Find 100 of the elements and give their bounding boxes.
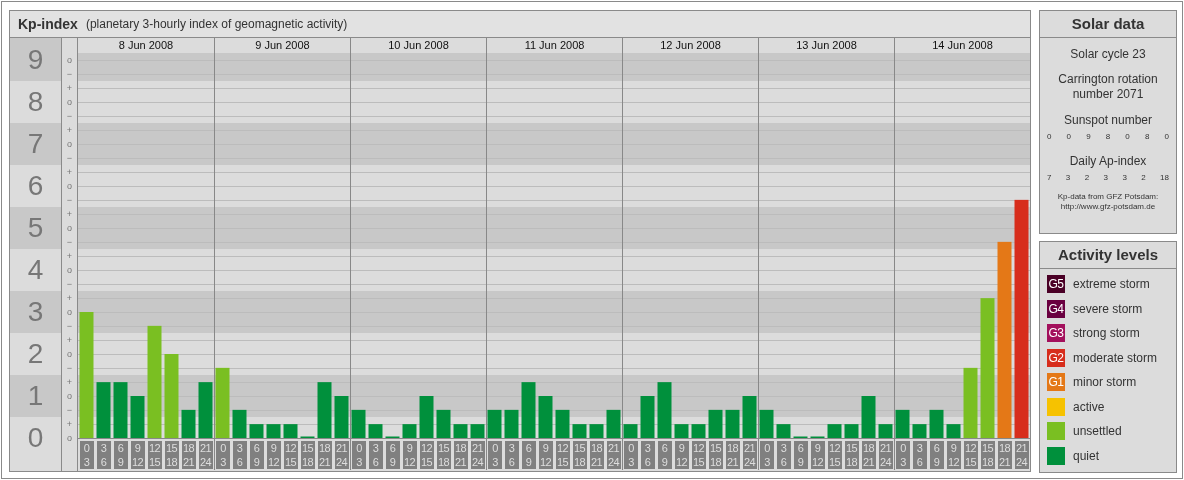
- kp-bar: [368, 424, 383, 438]
- minor-tick-label: −: [66, 236, 73, 248]
- minor-tick-label: +: [66, 250, 73, 262]
- time-label: 9 12: [674, 441, 689, 469]
- minor-tick-label: −: [66, 362, 73, 374]
- sunspot-value: 0: [1164, 131, 1169, 143]
- level-label: quiet: [1073, 447, 1100, 465]
- time-label: 15 18: [980, 441, 995, 469]
- kp-bar: [215, 367, 230, 438]
- time-label: 12 15: [555, 441, 570, 469]
- minor-tick-label: −: [66, 68, 73, 80]
- ap-index-value: 3: [1065, 172, 1071, 184]
- y-axis-label: 7: [27, 127, 44, 161]
- kp-bar: [436, 409, 451, 438]
- minor-tick-label: −: [66, 278, 73, 290]
- time-label: 6 9: [657, 441, 672, 469]
- time-label: 0 3: [79, 441, 94, 469]
- kp-bar: [266, 424, 281, 438]
- level-label: moderate storm: [1073, 349, 1158, 367]
- kp-bar: [912, 424, 927, 438]
- kp-bar: [249, 424, 264, 438]
- carrington-rotation: Carrington rotation number 2071: [1057, 72, 1159, 102]
- panel-title: Activity levels: [1057, 244, 1159, 265]
- date-header: 8 Jun 2008: [117, 38, 175, 53]
- level-label: active: [1073, 398, 1105, 416]
- kp-bar: [878, 424, 893, 438]
- time-label: 6 9: [521, 441, 536, 469]
- kp-bar: [504, 409, 519, 438]
- ap-index-value: 3: [1122, 172, 1127, 184]
- time-label: 0 3: [488, 441, 502, 469]
- time-label: 3 6: [776, 441, 791, 469]
- time-label: 0 3: [352, 441, 366, 469]
- level-badge: G5: [1047, 275, 1065, 293]
- time-label: 15 18: [708, 441, 723, 469]
- solar-cycle: Solar cycle 23: [1070, 46, 1146, 63]
- sunspot-heading: Sunspot number: [1063, 112, 1153, 129]
- time-label: 18 21: [861, 441, 876, 469]
- y-axis-label: 6: [27, 169, 44, 203]
- minor-tick-label: −: [66, 110, 73, 122]
- sunspot-value: 0: [1125, 131, 1130, 143]
- y-axis-label: 9: [27, 43, 44, 77]
- minor-tick-label: o: [67, 390, 72, 402]
- time-label: 21 24: [742, 441, 757, 469]
- kp-bar: [453, 424, 468, 438]
- level-badge: G4: [1047, 299, 1065, 318]
- source-link[interactable]: http://www.gfz-potsdam.de: [1060, 202, 1156, 212]
- y-axis-label: 8: [27, 85, 44, 119]
- time-label: 12 15: [827, 441, 842, 469]
- kp-bar: [623, 424, 638, 438]
- ap-index-value: 2: [1141, 172, 1146, 184]
- time-label: 15 18: [844, 441, 859, 469]
- minor-tick-label: o: [67, 306, 72, 318]
- time-label: 18 21: [589, 441, 604, 469]
- time-label: 21 24: [334, 441, 349, 469]
- minor-tick-label: +: [66, 418, 73, 430]
- time-label: 3 6: [640, 441, 655, 469]
- time-label: 15 18: [164, 441, 179, 469]
- kp-bar: [776, 424, 791, 438]
- kp-bar: [708, 409, 723, 438]
- kp-bar: [827, 424, 842, 438]
- minor-tick-label: +: [66, 334, 73, 346]
- time-label: 18 21: [453, 441, 468, 469]
- time-label: 9 12: [402, 441, 417, 469]
- minor-tick-label: −: [66, 404, 73, 416]
- kp-bar: [674, 424, 689, 438]
- ap-index-value: 7: [1047, 172, 1052, 184]
- kp-bar: [402, 424, 417, 438]
- minor-tick-label: +: [66, 82, 73, 94]
- time-label: 18 21: [317, 441, 332, 469]
- kp-bar: [351, 409, 366, 438]
- sunspot-value: 0: [1066, 131, 1072, 143]
- kp-bar: [487, 409, 502, 438]
- sunspot-value: 8: [1105, 131, 1111, 143]
- time-label: 0 3: [760, 441, 774, 469]
- time-label: 6 9: [929, 441, 944, 469]
- minor-tick-label: +: [66, 166, 73, 178]
- ap-index-value: 2: [1084, 172, 1090, 184]
- kp-bar: [334, 396, 349, 438]
- minor-tick-label: o: [67, 96, 72, 108]
- minor-tick-label: +: [66, 124, 73, 136]
- level-label: severe storm: [1073, 300, 1143, 318]
- time-label: 6 9: [249, 441, 264, 469]
- minor-tick-label: −: [66, 194, 73, 206]
- time-label: 12 15: [963, 441, 978, 469]
- time-label: 15 18: [436, 441, 451, 469]
- time-label: 3 6: [912, 441, 927, 469]
- kp-bar: [742, 396, 757, 438]
- kp-bar: [895, 409, 910, 438]
- time-label: 6 9: [385, 441, 400, 469]
- kp-bar: [113, 382, 128, 438]
- panel-title: Solar data: [1071, 13, 1145, 34]
- kp-bar: [963, 367, 978, 438]
- time-label: 0 3: [216, 441, 230, 469]
- time-label: 18 21: [997, 441, 1012, 469]
- chart-subtitle: (planetary 3-hourly index of geomagnetic activity): [85, 16, 348, 33]
- time-label: 6 9: [113, 441, 128, 469]
- time-label: 21 24: [606, 441, 621, 469]
- sunspot-value: 0: [1047, 131, 1052, 143]
- minor-tick-label: +: [66, 376, 73, 388]
- level-label: minor storm: [1073, 374, 1137, 391]
